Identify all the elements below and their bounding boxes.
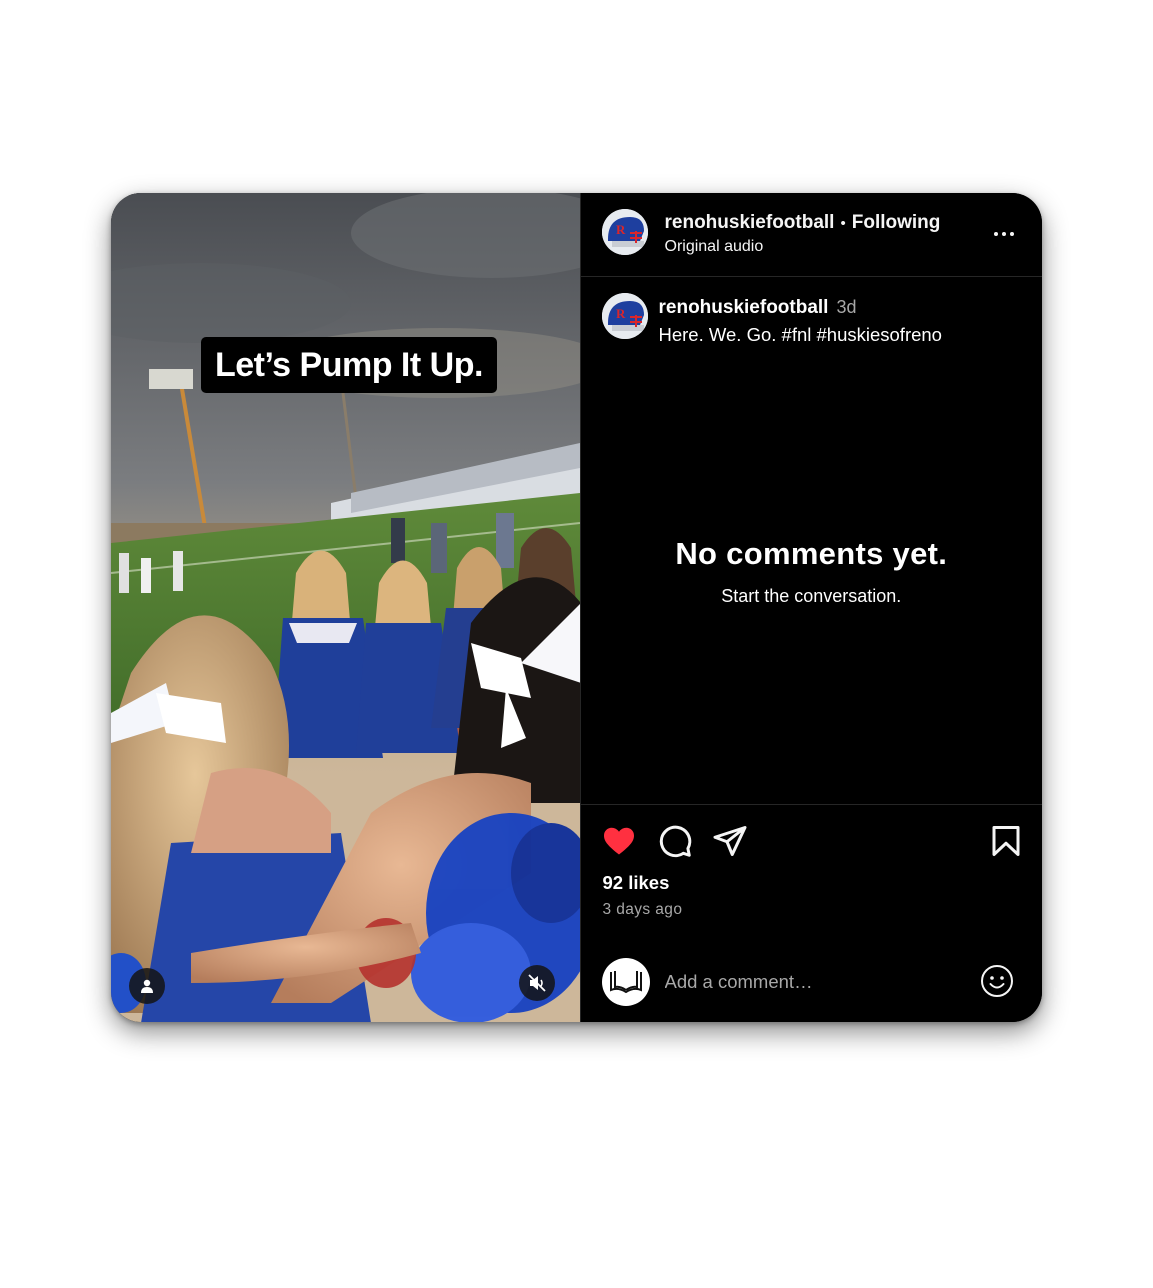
caption-text: Here. We. Go. #fnl #huskiesofreno <box>658 324 942 345</box>
video-frame <box>111 193 580 1022</box>
tagged-users-button[interactable] <box>129 968 165 1004</box>
video-player[interactable]: Let’s Pump It Up. <box>111 193 580 1022</box>
paper-plane-icon <box>713 826 746 856</box>
following-button[interactable]: Following <box>852 212 941 233</box>
original-audio-link[interactable]: Original audio <box>665 238 941 256</box>
mute-toggle-button[interactable] <box>519 965 555 1001</box>
add-comment-bar <box>581 944 1043 1022</box>
separator-dot: • <box>840 215 846 232</box>
caption-username[interactable]: renohuskiefootball <box>659 297 829 318</box>
share-button[interactable] <box>712 823 748 859</box>
smiley-icon <box>981 965 1013 997</box>
comment-button[interactable] <box>657 823 693 859</box>
svg-text:R: R <box>616 222 626 237</box>
helmet-logo-icon: R <box>601 209 648 255</box>
post-header: R renohuskiefootball • Following Original … <box>580 193 1042 277</box>
svg-text:R: R <box>616 306 626 321</box>
current-user-avatar <box>601 958 650 1006</box>
bookmark-icon <box>992 826 1020 856</box>
comment-bubble-icon <box>659 825 691 858</box>
likes-count[interactable]: 92 likes <box>603 872 670 894</box>
empty-comments: No comments yet. Start the conversation. <box>581 536 1043 607</box>
open-book-icon <box>609 971 642 994</box>
video-caption: Let’s Pump It Up. <box>201 337 497 393</box>
heart-filled-icon <box>603 827 634 855</box>
header-username[interactable]: renohuskiefootball <box>665 212 835 233</box>
post-timestamp[interactable]: 3 days ago <box>603 901 683 919</box>
comment-input[interactable] <box>664 968 965 996</box>
empty-comments-subtitle: Start the conversation. <box>721 586 902 606</box>
caption-avatar[interactable]: R <box>601 293 648 339</box>
more-options-button[interactable] <box>994 224 1020 244</box>
speaker-muted-icon <box>528 974 546 992</box>
caption-age[interactable]: 3d <box>836 297 856 317</box>
post-actions: 92 likes 3 days ago <box>580 804 1042 945</box>
post-dialog: Let’s Pump It Up. R renohuskiefootball •… <box>111 193 1042 1022</box>
empty-comments-title: No comments yet. <box>675 536 948 571</box>
ellipsis-icon <box>994 232 998 236</box>
emoji-button[interactable] <box>980 964 1014 998</box>
profile-avatar[interactable]: R <box>601 209 648 255</box>
post-details-panel: R renohuskiefootball • Following Original … <box>579 193 1043 1022</box>
save-button[interactable] <box>988 823 1024 859</box>
helmet-logo-icon: R <box>601 293 648 339</box>
person-icon <box>141 979 153 993</box>
like-button[interactable] <box>601 823 637 859</box>
